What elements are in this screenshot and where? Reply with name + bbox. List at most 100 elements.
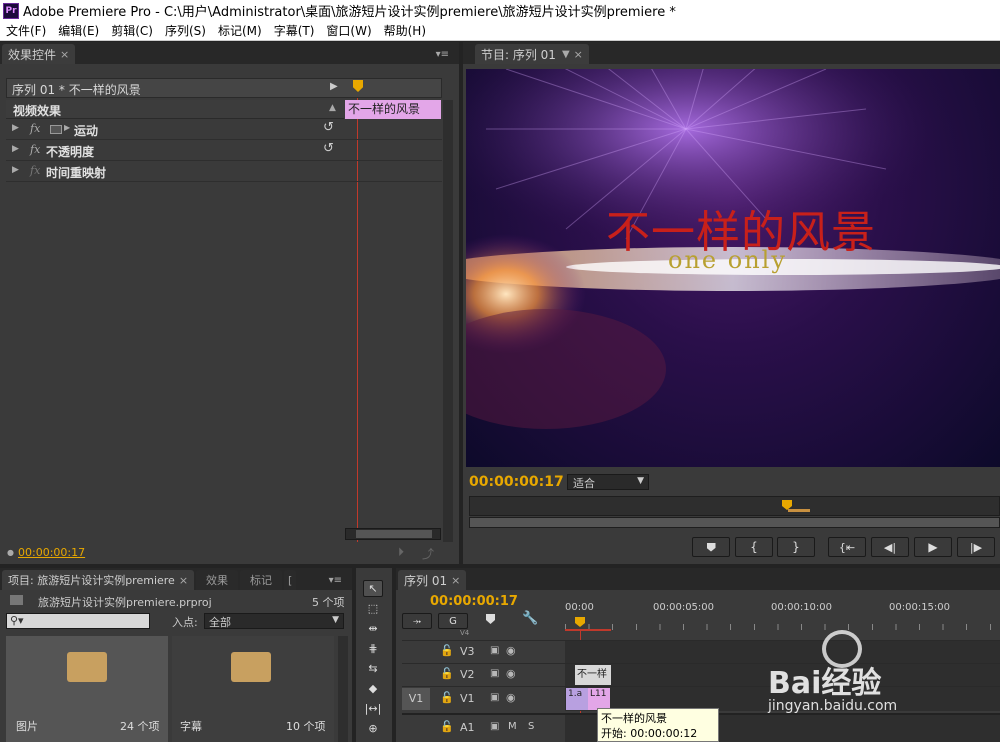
step-forward-icon[interactable]: ⏵ — [398, 545, 404, 560]
effect-row-opacity[interactable]: ▶ fx 不透明度 ↺ — [6, 141, 442, 161]
slip-tool-button[interactable]: |↔| — [363, 701, 383, 718]
panel-menu-icon[interactable]: ▾≡ — [329, 575, 342, 586]
collapse-arrow-icon[interactable]: ▲ — [329, 103, 336, 113]
horizontal-scrollbar[interactable] — [345, 528, 441, 540]
razor-icon: ◆ — [368, 682, 378, 695]
program-time-ruler[interactable] — [469, 496, 1000, 516]
close-icon[interactable]: × — [60, 48, 69, 61]
step-back-button[interactable]: ◀| — [871, 537, 909, 557]
fx-badge[interactable]: fx — [30, 122, 40, 135]
go-to-in-button[interactable]: {⇤ — [828, 537, 866, 557]
premiere-app-icon: Pr — [3, 2, 19, 19]
timeline-clip-title[interactable]: 不一样 — [575, 665, 611, 685]
vertical-scrollbar[interactable] — [443, 100, 453, 542]
menu-edit[interactable]: 编辑(E) — [52, 22, 105, 39]
effect-controls-panel: 效果控件 × ▾≡ 序列 01 * 不一样的风景 ▶ 不一样的风景 视频效果 ▲… — [0, 42, 459, 564]
program-timecode[interactable]: 00:00:00:17 — [469, 474, 564, 490]
razor-tool-button[interactable]: ◆ — [363, 681, 383, 698]
tab-effects[interactable]: 效果 — [196, 570, 239, 590]
eye-icon[interactable]: ◉ — [506, 667, 516, 680]
rate-stretch-tool-button[interactable]: ⇆ — [363, 661, 383, 678]
disclosure-triangle-icon[interactable]: ▶ — [12, 123, 19, 133]
eye-icon[interactable]: ◉ — [506, 644, 516, 657]
lock-icon[interactable]: 🔓 — [440, 691, 454, 704]
menu-title[interactable]: 字幕(T) — [268, 22, 321, 39]
menu-clip[interactable]: 剪辑(C) — [105, 22, 159, 39]
zoom-fit-select[interactable]: 适合 ▼ — [567, 474, 649, 490]
playhead-marker-icon[interactable] — [353, 80, 363, 92]
expand-arrow-icon[interactable]: ▶ — [330, 81, 338, 92]
project-scrollbar[interactable] — [338, 636, 348, 742]
toggle-sync-icon[interactable]: ▣ — [490, 721, 499, 732]
chevron-down-icon[interactable]: ▼ — [562, 49, 570, 60]
tab-effect-controls[interactable]: 效果控件 × — [2, 44, 76, 64]
mark-in-button[interactable]: { — [735, 537, 773, 557]
selection-tool-button[interactable]: ↖ — [363, 580, 383, 597]
menu-window[interactable]: 窗口(W) — [320, 22, 377, 39]
slide-tool-button[interactable]: ⊕ — [363, 721, 383, 738]
lock-icon[interactable]: 🔓 — [440, 667, 454, 680]
clip-bar[interactable]: 不一样的风景 — [345, 100, 441, 119]
search-input[interactable]: ⚲▾ — [6, 613, 150, 629]
lock-icon[interactable]: 🔓 — [440, 720, 454, 733]
effect-row-time-remap[interactable]: ▶ fx 时间重映射 — [6, 162, 442, 182]
ripple-edit-tool-button[interactable]: ⇹ — [363, 621, 383, 638]
tab-project[interactable]: 项目: 旅游短片设计实例premiere × — [2, 570, 195, 590]
add-marker-button[interactable] — [692, 537, 730, 557]
reset-icon[interactable]: ↺ — [323, 141, 334, 156]
panel-menu-icon[interactable]: ▾≡ — [436, 49, 449, 60]
tab-sequence-01[interactable]: 序列 01 × — [398, 570, 467, 590]
solo-button[interactable]: S — [528, 721, 534, 732]
toggle-sync-icon[interactable]: ▣ — [490, 645, 499, 656]
timeline-timecode[interactable]: 00:00:00:17 — [430, 594, 518, 609]
menu-help[interactable]: 帮助(H) — [378, 22, 432, 39]
disclosure-triangle-icon[interactable]: ▶ — [12, 165, 19, 175]
close-icon[interactable]: × — [451, 574, 460, 587]
menu-sequence[interactable]: 序列(S) — [159, 22, 212, 39]
in-point-select[interactable]: 全部 ▼ — [204, 613, 344, 629]
effect-row-motion[interactable]: ▶ fx ▶ 运动 ↺ — [6, 120, 442, 140]
wrench-icon[interactable]: 🔧 — [522, 611, 538, 626]
bin-name: 图片 — [16, 720, 38, 733]
snap-button[interactable]: ⤞ — [402, 613, 432, 629]
menu-marker[interactable]: 标记(M) — [212, 22, 268, 39]
scrollbar-thumb[interactable] — [356, 530, 432, 538]
tab-markers[interactable]: 标记 — [240, 570, 283, 590]
arrow-cursor-icon: ↖ — [368, 582, 378, 595]
lock-icon[interactable]: 🔓 — [440, 644, 454, 657]
mute-button[interactable]: M — [508, 721, 517, 732]
current-timecode[interactable]: 00:00:00:17 — [18, 546, 85, 559]
rolling-edit-tool-button[interactable]: ⋕ — [363, 641, 383, 658]
timeline-clip-v1-b[interactable]: L11 — [588, 688, 610, 710]
program-video-frame[interactable]: 不一样的风景 one only — [466, 69, 1000, 467]
step-forward-button[interactable]: |▶ — [957, 537, 995, 557]
bin-tile-images[interactable]: 图片 24 个项 — [6, 636, 168, 742]
transform-icon[interactable] — [50, 125, 62, 134]
play-button[interactable]: ▶ — [914, 537, 952, 557]
bin-tile-titles[interactable]: 字幕 10 个项 — [172, 636, 334, 742]
source-patch-v1[interactable]: V1 — [402, 688, 430, 710]
snap-icon: ⤞ — [413, 615, 421, 627]
add-marker-icon[interactable] — [486, 614, 495, 624]
tab-overflow[interactable]: [ — [284, 570, 297, 590]
close-icon[interactable]: × — [574, 48, 583, 61]
disclosure-triangle-icon[interactable]: ▶ — [12, 144, 19, 154]
export-icon[interactable]: ⤴ — [422, 545, 434, 562]
tab-label: 标记 — [250, 574, 273, 587]
menu-file[interactable]: 文件(F) — [0, 22, 52, 39]
toggle-sync-icon[interactable]: ▣ — [490, 692, 499, 703]
track-select-tool-button[interactable]: ⬚ — [363, 601, 383, 618]
reset-icon[interactable]: ↺ — [323, 120, 334, 135]
toggle-sync-icon[interactable]: ▣ — [490, 668, 499, 679]
timeline-clip-v1-a[interactable]: 1.a — [566, 688, 588, 710]
tab-program[interactable]: 节目: 序列 01 ▼ × — [475, 44, 589, 64]
tab-label: 效果 — [206, 574, 229, 587]
fx-badge[interactable]: fx — [30, 143, 40, 156]
linked-selection-button[interactable]: G — [438, 613, 468, 629]
mark-out-button[interactable]: } — [777, 537, 815, 557]
eye-icon[interactable]: ◉ — [506, 691, 516, 704]
timeline-ruler[interactable]: 00:00 00:00:05:00 00:00:10:00 00:00:15:0… — [565, 600, 1000, 632]
chevron-down-icon: ▼ — [637, 476, 644, 486]
program-zoom-scrollbar[interactable] — [469, 517, 1000, 528]
close-icon[interactable]: × — [179, 574, 188, 587]
